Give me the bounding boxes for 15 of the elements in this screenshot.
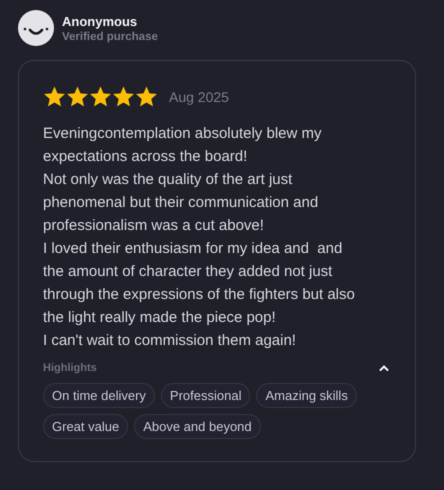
highlights-title: Highlights [43, 362, 97, 374]
verified-label: Verified purchase [62, 30, 158, 42]
review-paragraph: Eveningcontemplation absolutely blew my expectations across the board! [43, 124, 322, 167]
reviewer-name: Anonymous [62, 14, 138, 28]
highlight-tag: Amazing skills [256, 383, 357, 408]
caret-icon[interactable] [379, 364, 389, 372]
highlight-tag: Great value [43, 414, 128, 439]
review-paragraph: Not only was the quality of the art just phenomenal but their communication and professionalism was a cut above! [43, 170, 320, 236]
highlight-tag: Professional [160, 383, 250, 408]
highlight-tag: Above and beyond [134, 414, 261, 439]
review-paragraph: I loved their enthusiasm for my idea and and the amount of character they added not just through the expressions of the fighters but also the light really made the piece pop! [43, 239, 356, 328]
review-paragraph: I can't wait to commission them again! [43, 331, 297, 351]
highlight-tag: On time delivery [43, 383, 155, 408]
review-date: Aug 2025 [169, 88, 229, 104]
avatar-icon [18, 10, 54, 46]
